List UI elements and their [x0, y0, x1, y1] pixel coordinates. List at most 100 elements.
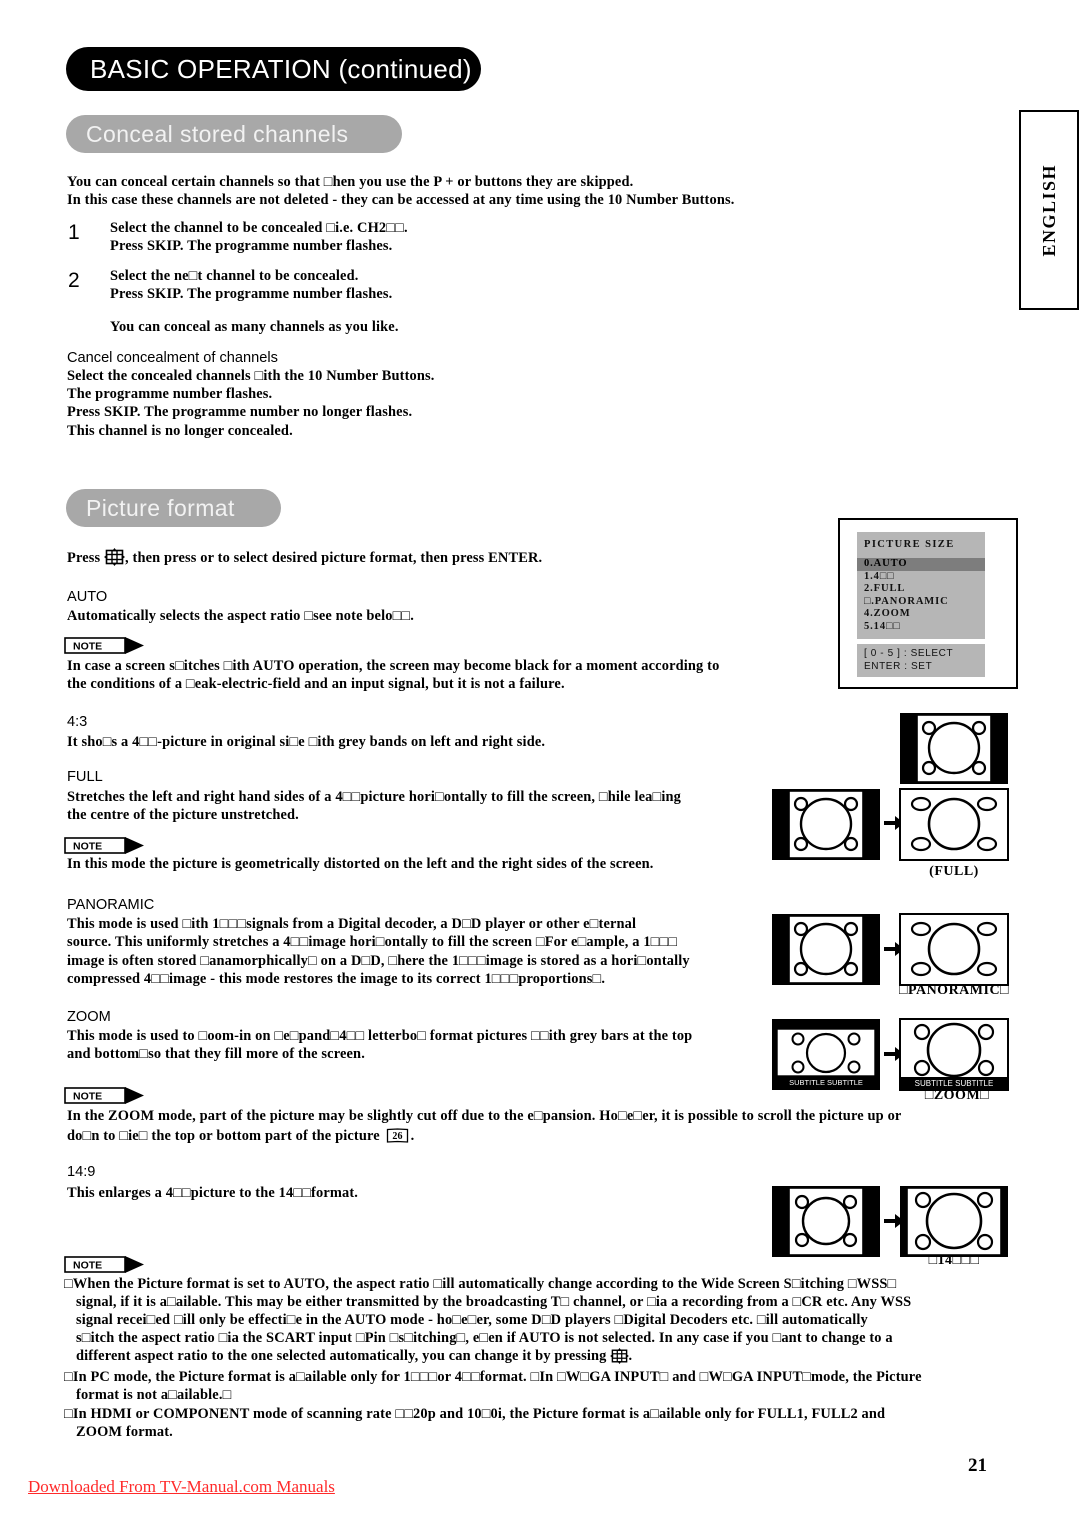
- mode-panoramic-body-line-1: This mode is used □ith 1□□□signals from …: [67, 916, 637, 932]
- svg-text:26: 26: [392, 1131, 402, 1142]
- final-note-b1-l3: signal recei□ed □ill only be effecti□e i…: [76, 1312, 868, 1328]
- step-1-line-2: Press SKIP. The programme number flashes…: [110, 238, 393, 254]
- svg-text:NOTE: NOTE: [73, 1091, 102, 1103]
- osd-footer-enter: ENTER : SET: [864, 661, 933, 672]
- note-badge-auto: NOTE: [64, 636, 146, 654]
- svg-text:NOTE: NOTE: [73, 641, 102, 653]
- osd-menu: PICTURE SIZE 0.AUTO 1.4□□ 2.FULL □.PANOR…: [857, 532, 985, 639]
- mode-heading-14-9: 14:9: [67, 1164, 96, 1180]
- cancel-line-3: Press SKIP. The programme number no long…: [67, 404, 413, 420]
- illustration-14-9-before: [772, 1186, 880, 1257]
- mode-4-3-body-line-1: It sho□s a 4□□-picture in original si□e …: [67, 734, 546, 750]
- illustration-panoramic-after: [899, 913, 1009, 986]
- osd-footer-select: [ 0 - 5 ] : SELECT: [864, 648, 954, 659]
- illustration-14-9-after: [900, 1186, 1008, 1257]
- illustration-panoramic-before: [772, 914, 880, 985]
- page-number: 21: [968, 1455, 987, 1476]
- final-note-b1-l5: different aspect ratio to the one select…: [76, 1348, 1076, 1370]
- illustration-zoom-after: SUBTITLE SUBTITLE: [899, 1018, 1009, 1091]
- mode-zoom-note-line-2-text: do□n to □ie□ the top or bottom part of t…: [67, 1128, 380, 1144]
- note-badge-zoom: NOTE: [64, 1086, 146, 1104]
- mode-heading-panoramic: PANORAMIC: [67, 897, 155, 913]
- osd-item-4-3[interactable]: 1.4□□: [857, 571, 985, 584]
- mode-heading-full: FULL: [67, 769, 103, 785]
- osd-footer: [ 0 - 5 ] : SELECT ENTER : SET: [857, 644, 985, 677]
- mode-auto-note-line-2: the conditions of a □eak-electric-field …: [67, 676, 565, 692]
- illustration-zoom-subtitle-after: SUBTITLE SUBTITLE: [915, 1079, 994, 1088]
- mode-auto-note-line-1: In case a screen s□itches □ith AUTO oper…: [67, 658, 720, 674]
- manual-page: BASIC OPERATION (continued) ENGLISH Conc…: [0, 0, 1080, 1528]
- mode-full-body-line-1: Stretches the left and right hand sides …: [67, 789, 681, 805]
- dpad-icon: [104, 548, 126, 572]
- conceal-intro-line-2: In this case these channels are not dele…: [67, 192, 735, 208]
- mode-heading-zoom: ZOOM: [67, 1009, 111, 1025]
- osd-title: PICTURE SIZE: [857, 532, 985, 556]
- page-banner: BASIC OPERATION (continued): [66, 47, 481, 91]
- press-instruction-line: Press , then press or to select desired …: [67, 548, 827, 572]
- mode-14-9-body-line-1: This enlarges a 4□□picture to the 14□□fo…: [67, 1185, 359, 1201]
- step-2-number: 2: [68, 269, 80, 292]
- mode-panoramic-body-line-2: source. This uniformly stretches a 4□□im…: [67, 934, 678, 950]
- section-heading-picture-format: Picture format: [66, 489, 281, 527]
- illustration-full-before: [772, 789, 880, 860]
- cancel-line-1: Select the concealed channels □ith the 1…: [67, 368, 435, 384]
- final-note-b1-l5-text: different aspect ratio to the one select…: [76, 1348, 607, 1364]
- dpad-icon-note: [609, 1348, 629, 1370]
- step-2-line-2: Press SKIP. The programme number flashes…: [110, 286, 393, 302]
- mode-panoramic-body-line-4: compressed 4□□image - this mode restores…: [67, 971, 606, 987]
- osd-item-panoramic[interactable]: □.PANORAMIC: [857, 596, 985, 609]
- conceal-many-note: You can conceal as many channels as you …: [110, 319, 399, 335]
- osd-item-auto[interactable]: 0.AUTO: [857, 558, 985, 571]
- illustration-zoom-before: SUBTITLE SUBTITLE: [772, 1019, 880, 1090]
- illustration-4-3: [900, 713, 1008, 784]
- svg-text:NOTE: NOTE: [73, 1260, 102, 1272]
- step-2-line-1: Select the ne□t channel to be concealed.: [110, 268, 359, 284]
- step-1-line-1: Select the channel to be concealed □i.e.…: [110, 220, 408, 236]
- illustration-caption-zoom: □ZOOM□: [924, 1088, 990, 1103]
- final-note-b3-l1: □In HDMI or COMPONENT mode of scanning r…: [64, 1406, 886, 1422]
- mode-zoom-note-line-2: do□n to □ie□ the top or bottom part of t…: [67, 1127, 767, 1150]
- language-tab: ENGLISH: [1019, 110, 1079, 310]
- osd-item-14-9[interactable]: 5.14□□: [857, 621, 985, 634]
- section-heading-conceal: Conceal stored channels: [66, 115, 402, 153]
- mode-auto-body-line-1: Automatically selects the aspect ratio □…: [67, 608, 414, 624]
- cancel-concealment-heading: Cancel concealment of channels: [67, 350, 278, 366]
- press-instruction-suffix: , then press or to select desired pictur…: [125, 550, 543, 566]
- cancel-line-4: This channel is no longer concealed.: [67, 423, 293, 439]
- osd-picture-size-panel: PICTURE SIZE 0.AUTO 1.4□□ 2.FULL □.PANOR…: [838, 518, 1018, 689]
- final-note-b1-l1: □When the Picture format is set to AUTO,…: [64, 1276, 897, 1292]
- mode-full-note-line-1: In this mode the picture is geometricall…: [67, 856, 654, 872]
- note-badge-final: NOTE: [64, 1255, 146, 1273]
- banner-title: BASIC OPERATION (continued): [90, 53, 472, 84]
- mode-full-body-line-2: the centre of the picture unstretched.: [67, 807, 299, 823]
- illustration-caption-full: (FULL): [929, 864, 979, 879]
- press-instruction-prefix: Press: [67, 550, 105, 566]
- illustration-full-after: [899, 788, 1009, 861]
- mode-heading-auto: AUTO: [67, 589, 108, 605]
- cancel-line-2: The programme number flashes.: [67, 386, 273, 402]
- mode-panoramic-body-line-3: image is often stored □anamorphically□ o…: [67, 953, 690, 969]
- final-note-b2-l2: format is not a□ailable.□: [76, 1387, 232, 1403]
- language-tab-label: ENGLISH: [1038, 163, 1059, 257]
- section-heading-conceal-label: Conceal stored channels: [86, 120, 349, 147]
- illustration-caption-panoramic: □PANORAMIC□: [898, 983, 1010, 998]
- illustration-caption-14-9: □14□□□: [928, 1253, 980, 1268]
- final-note-b1-period: .: [628, 1348, 633, 1364]
- mode-zoom-body-line-2: and bottom□so that they fill more of the…: [67, 1046, 365, 1062]
- final-note-b3-l2: ZOOM format.: [76, 1424, 173, 1440]
- final-note-b1-l4: s□itch the aspect ratio □ia the SCART in…: [76, 1330, 893, 1346]
- osd-item-full[interactable]: 2.FULL: [857, 583, 985, 596]
- final-note-b1-l2: signal, if it is a□ailable. This may be …: [76, 1294, 912, 1310]
- svg-text:NOTE: NOTE: [73, 841, 102, 853]
- conceal-intro-line-1: You can conceal certain channels so that…: [67, 174, 634, 190]
- mode-zoom-note-tail: .: [410, 1128, 415, 1144]
- download-source-link[interactable]: Downloaded From TV-Manual.com Manuals: [28, 1477, 335, 1497]
- mode-zoom-body-line-1: This mode is used to □oom-in on □e□pand□…: [67, 1028, 693, 1044]
- illustration-zoom-subtitle-before: SUBTITLE SUBTITLE: [789, 1078, 863, 1087]
- osd-item-zoom[interactable]: 4.ZOOM: [857, 608, 985, 621]
- page-ref-icon: 26: [386, 1127, 409, 1150]
- section-heading-picture-format-label: Picture format: [86, 494, 235, 521]
- step-1-number: 1: [68, 221, 80, 244]
- final-note-b2-l1: □In PC mode, the Picture format is a□ail…: [64, 1369, 922, 1385]
- mode-zoom-note-line-1: In the ZOOM mode, part of the picture ma…: [67, 1108, 902, 1124]
